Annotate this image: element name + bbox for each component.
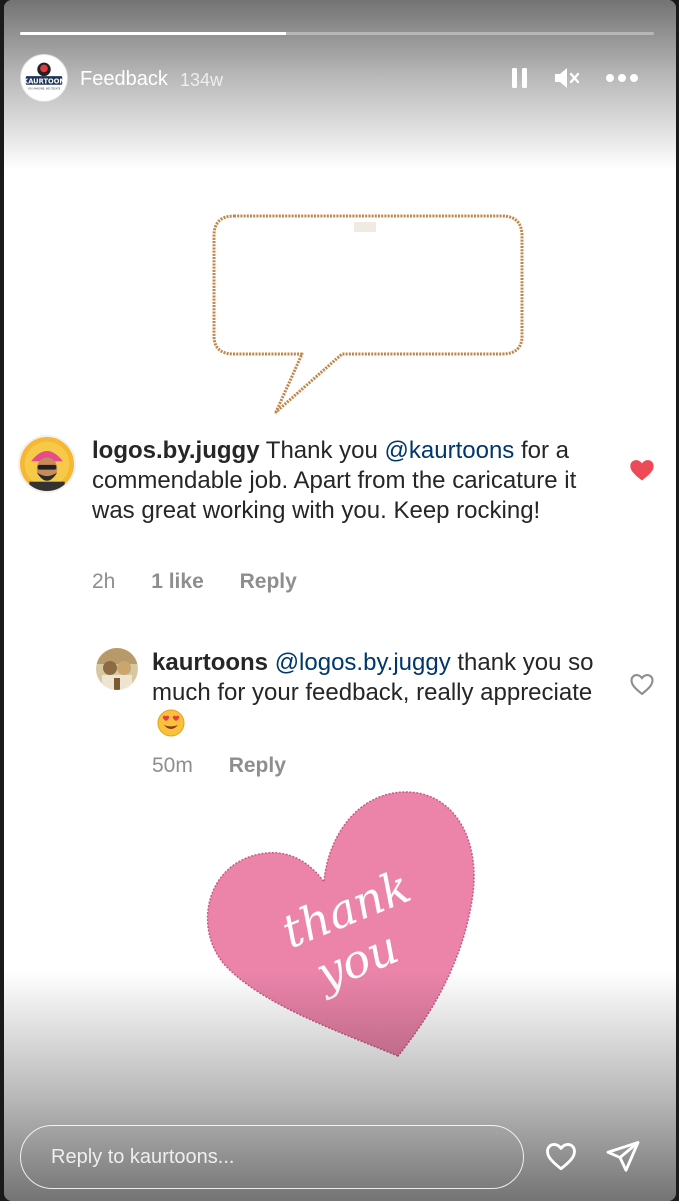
mute-button[interactable]: [551, 62, 583, 94]
heart-eyes-emoji-icon: [157, 709, 185, 737]
avatar-tagline: YOU IMAGINE, WE CREATE: [28, 87, 61, 91]
avatar-brand-text: KAURTOON: [23, 77, 65, 85]
send-icon[interactable]: [604, 1138, 642, 1174]
comment-like-count[interactable]: 1 like: [151, 570, 204, 594]
reply-input[interactable]: [20, 1125, 524, 1189]
story-username[interactable]: Feedback: [80, 68, 168, 91]
reply-time: 50m: [152, 754, 193, 777]
story-progress-bar: [20, 32, 654, 35]
reply-mention[interactable]: @logos.by.juggy: [275, 649, 451, 676]
heart-icon[interactable]: [542, 1138, 580, 1174]
comment-time: 2h: [92, 570, 116, 593]
reply-reply-button[interactable]: Reply: [229, 754, 286, 778]
comment-reply-button[interactable]: Reply: [240, 570, 297, 594]
comment-body: logos.by.juggy Thank you @kaurtoons for …: [92, 436, 602, 526]
more-icon: [606, 74, 638, 82]
pause-icon: [512, 68, 527, 88]
story-avatar[interactable]: KAURTOON YOU IMAGINE, WE CREATE: [20, 54, 68, 102]
commenter-avatar[interactable]: [18, 435, 76, 493]
comment-meta: 2h 1 like Reply: [92, 570, 327, 594]
more-options-button[interactable]: [602, 62, 642, 94]
comment-mention[interactable]: @kaurtoons: [385, 437, 515, 464]
comment-username[interactable]: logos.by.juggy: [92, 437, 260, 464]
reply-body: kaurtoons @logos.by.juggy thank you so m…: [152, 648, 602, 741]
filled-heart-icon[interactable]: [628, 456, 656, 484]
story-age: 134w: [180, 70, 224, 90]
reply-avatar[interactable]: [96, 648, 138, 690]
story-progress-fill: [20, 32, 287, 35]
pause-button[interactable]: [504, 62, 536, 94]
mute-icon: [555, 68, 580, 88]
reply-meta: 50m Reply: [152, 754, 316, 778]
outline-heart-icon[interactable]: [628, 670, 656, 698]
reply-username[interactable]: kaurtoons: [152, 649, 268, 676]
story-frame: logos.by.juggy Thank you @kaurtoons for …: [4, 0, 676, 1201]
thank-you-heart-sticker: thank you: [206, 791, 475, 1057]
speech-bubble-sticker: [212, 214, 524, 414]
comment-text-start: Thank you: [265, 437, 378, 464]
